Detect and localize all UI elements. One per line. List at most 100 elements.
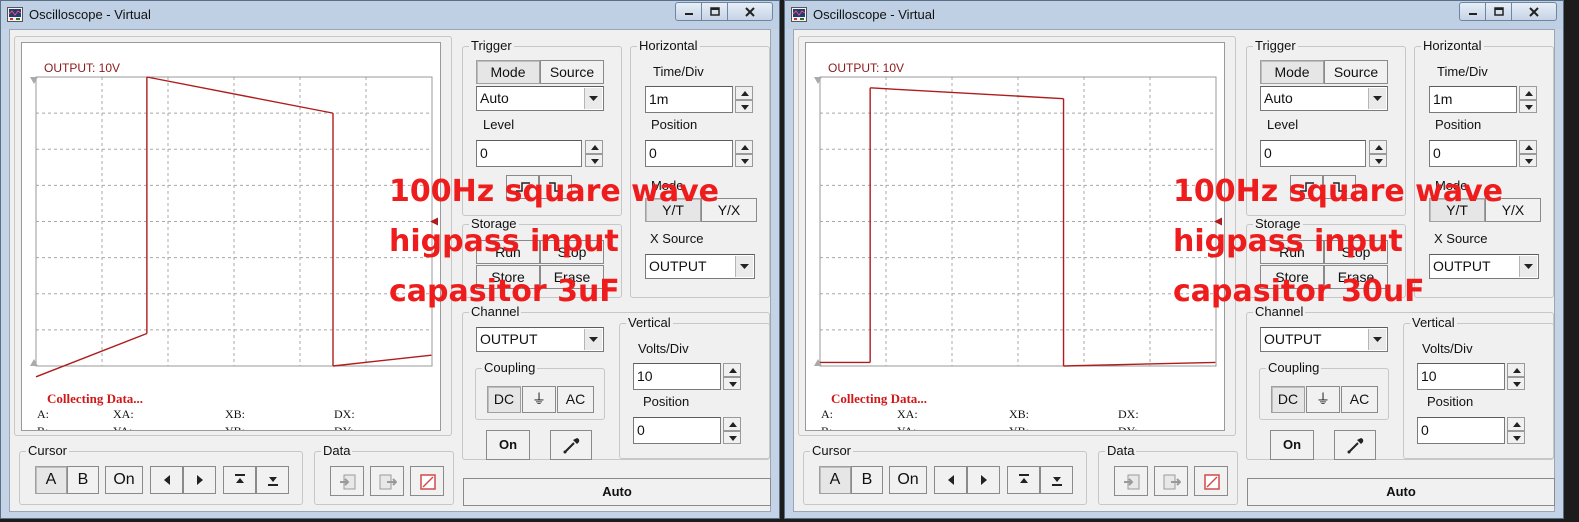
trace-color-button[interactable] (550, 430, 592, 460)
x-source-select[interactable]: OUTPUT (1429, 254, 1539, 279)
cursor-a-button[interactable]: A (819, 466, 851, 494)
maximize-button[interactable] (1485, 2, 1512, 21)
cursor-on-button[interactable]: On (889, 466, 927, 494)
volts-div-down-button[interactable] (723, 376, 741, 390)
trigger-mode-tab[interactable]: Mode (1260, 60, 1324, 84)
trigger-mode-select[interactable]: Auto (1260, 86, 1388, 111)
time-cursor-marker[interactable] (814, 77, 822, 84)
cursor-move-up-button[interactable] (223, 466, 256, 494)
cursor-on-button[interactable]: On (105, 466, 143, 494)
trigger-source-tab[interactable]: Source (1324, 60, 1388, 84)
time-div-input[interactable]: 1m (1429, 86, 1517, 113)
coupling-ground-button[interactable]: ⏚ (522, 386, 556, 413)
trigger-mode-tab[interactable]: Mode (476, 60, 540, 84)
cursor-a-button[interactable]: A (35, 466, 67, 494)
x-source-dropdown-button[interactable] (1519, 256, 1537, 277)
cursor-b-button[interactable]: B (67, 466, 99, 494)
coupling-dc-button[interactable]: DC (487, 386, 521, 413)
trigger-level-input[interactable]: 0 (1260, 140, 1366, 167)
minimize-button[interactable] (1459, 2, 1486, 21)
coupling-dc-button[interactable]: DC (1271, 386, 1305, 413)
trigger-level-spinner[interactable] (585, 140, 603, 167)
trace-color-button[interactable] (1334, 430, 1376, 460)
oscilloscope-window-right[interactable]: Oscilloscope - Virtual OUTPUT: 10V Colle… (784, 0, 1564, 519)
coupling-ground-button[interactable]: ⏚ (1306, 386, 1340, 413)
data-import-button[interactable] (330, 466, 364, 496)
volts-div-input[interactable]: 10 (633, 363, 721, 390)
time-div-down-button[interactable] (735, 99, 753, 113)
title-bar[interactable]: Oscilloscope - Virtual (1, 1, 779, 29)
volts-div-input[interactable]: 10 (1417, 363, 1505, 390)
trigger-source-tab[interactable]: Source (540, 60, 604, 84)
maximize-button[interactable] (701, 2, 728, 21)
trigger-level-down-button[interactable] (585, 153, 603, 167)
cursor-move-down-button[interactable] (1040, 466, 1073, 494)
vertical-position-spinner[interactable] (723, 417, 741, 444)
trigger-level-up-button[interactable] (585, 140, 603, 154)
oscilloscope-screen[interactable]: OUTPUT: 10V Collecting Data... A: XA: XB… (21, 42, 441, 431)
trigger-level-input[interactable]: 0 (476, 140, 582, 167)
vertical-position-down-button[interactable] (723, 430, 741, 444)
cursor-move-left-button[interactable] (934, 466, 967, 494)
volts-div-up-button[interactable] (723, 363, 741, 377)
data-graph-button[interactable] (410, 466, 444, 496)
horizontal-position-input[interactable]: 0 (645, 140, 733, 167)
data-import-button[interactable] (1114, 466, 1148, 496)
channel-select[interactable]: OUTPUT (1260, 327, 1388, 352)
cursor-b-button[interactable]: B (851, 466, 883, 494)
time-cursor-marker[interactable] (30, 77, 38, 84)
title-bar[interactable]: Oscilloscope - Virtual (785, 1, 1563, 29)
trigger-mode-dropdown-button[interactable] (584, 88, 602, 109)
time-div-down-button[interactable] (1519, 99, 1537, 113)
minimize-button[interactable] (675, 2, 702, 21)
trigger-mode-dropdown-button[interactable] (1368, 88, 1386, 109)
time-div-up-button[interactable] (735, 86, 753, 100)
trigger-level-down-button[interactable] (1369, 153, 1387, 167)
coupling-ac-button[interactable]: AC (1341, 386, 1378, 413)
trigger-level-up-button[interactable] (1369, 140, 1387, 154)
channel-dropdown-button[interactable] (1368, 329, 1386, 350)
time-cursor-marker[interactable] (30, 359, 38, 366)
vertical-position-input[interactable]: 0 (633, 417, 721, 444)
horizontal-position-spinner[interactable] (735, 140, 753, 167)
cursor-move-right-button[interactable] (183, 466, 216, 494)
volts-div-up-button[interactable] (1507, 363, 1525, 377)
x-source-select[interactable]: OUTPUT (645, 254, 755, 279)
channel-on-button[interactable]: On (486, 430, 530, 460)
cursor-move-left-button[interactable] (150, 466, 183, 494)
horizontal-position-spinner[interactable] (1519, 140, 1537, 167)
horizontal-position-down-button[interactable] (1519, 153, 1537, 167)
vertical-position-down-button[interactable] (1507, 430, 1525, 444)
oscilloscope-screen[interactable]: OUTPUT: 10V Collecting Data... A: XA: XB… (805, 42, 1225, 431)
x-source-dropdown-button[interactable] (735, 256, 753, 277)
volts-div-spinner[interactable] (723, 363, 741, 390)
trigger-level-spinner[interactable] (1369, 140, 1387, 167)
coupling-ac-button[interactable]: AC (557, 386, 594, 413)
auto-scale-button[interactable]: Auto (1247, 478, 1555, 506)
horizontal-position-up-button[interactable] (735, 140, 753, 154)
horizontal-position-up-button[interactable] (1519, 140, 1537, 154)
channel-on-button[interactable]: On (1270, 430, 1314, 460)
cursor-move-right-button[interactable] (967, 466, 1000, 494)
cursor-move-up-button[interactable] (1007, 466, 1040, 494)
channel-select[interactable]: OUTPUT (476, 327, 604, 352)
close-button[interactable] (727, 2, 773, 21)
time-div-up-button[interactable] (1519, 86, 1537, 100)
vertical-position-input[interactable]: 0 (1417, 417, 1505, 444)
trigger-mode-select[interactable]: Auto (476, 86, 604, 111)
close-button[interactable] (1511, 2, 1557, 21)
time-div-input[interactable]: 1m (645, 86, 733, 113)
data-export-button[interactable] (1154, 466, 1188, 496)
volts-div-down-button[interactable] (1507, 376, 1525, 390)
horizontal-position-down-button[interactable] (735, 153, 753, 167)
data-graph-button[interactable] (1194, 466, 1228, 496)
horizontal-position-input[interactable]: 0 (1429, 140, 1517, 167)
volts-div-spinner[interactable] (1507, 363, 1525, 390)
oscilloscope-window-left[interactable]: Oscilloscope - Virtual OUTPUT: 10V Colle… (0, 0, 780, 519)
vertical-position-up-button[interactable] (1507, 417, 1525, 431)
time-div-spinner[interactable] (1519, 86, 1537, 113)
auto-scale-button[interactable]: Auto (463, 478, 771, 506)
data-export-button[interactable] (370, 466, 404, 496)
time-div-spinner[interactable] (735, 86, 753, 113)
vertical-position-spinner[interactable] (1507, 417, 1525, 444)
